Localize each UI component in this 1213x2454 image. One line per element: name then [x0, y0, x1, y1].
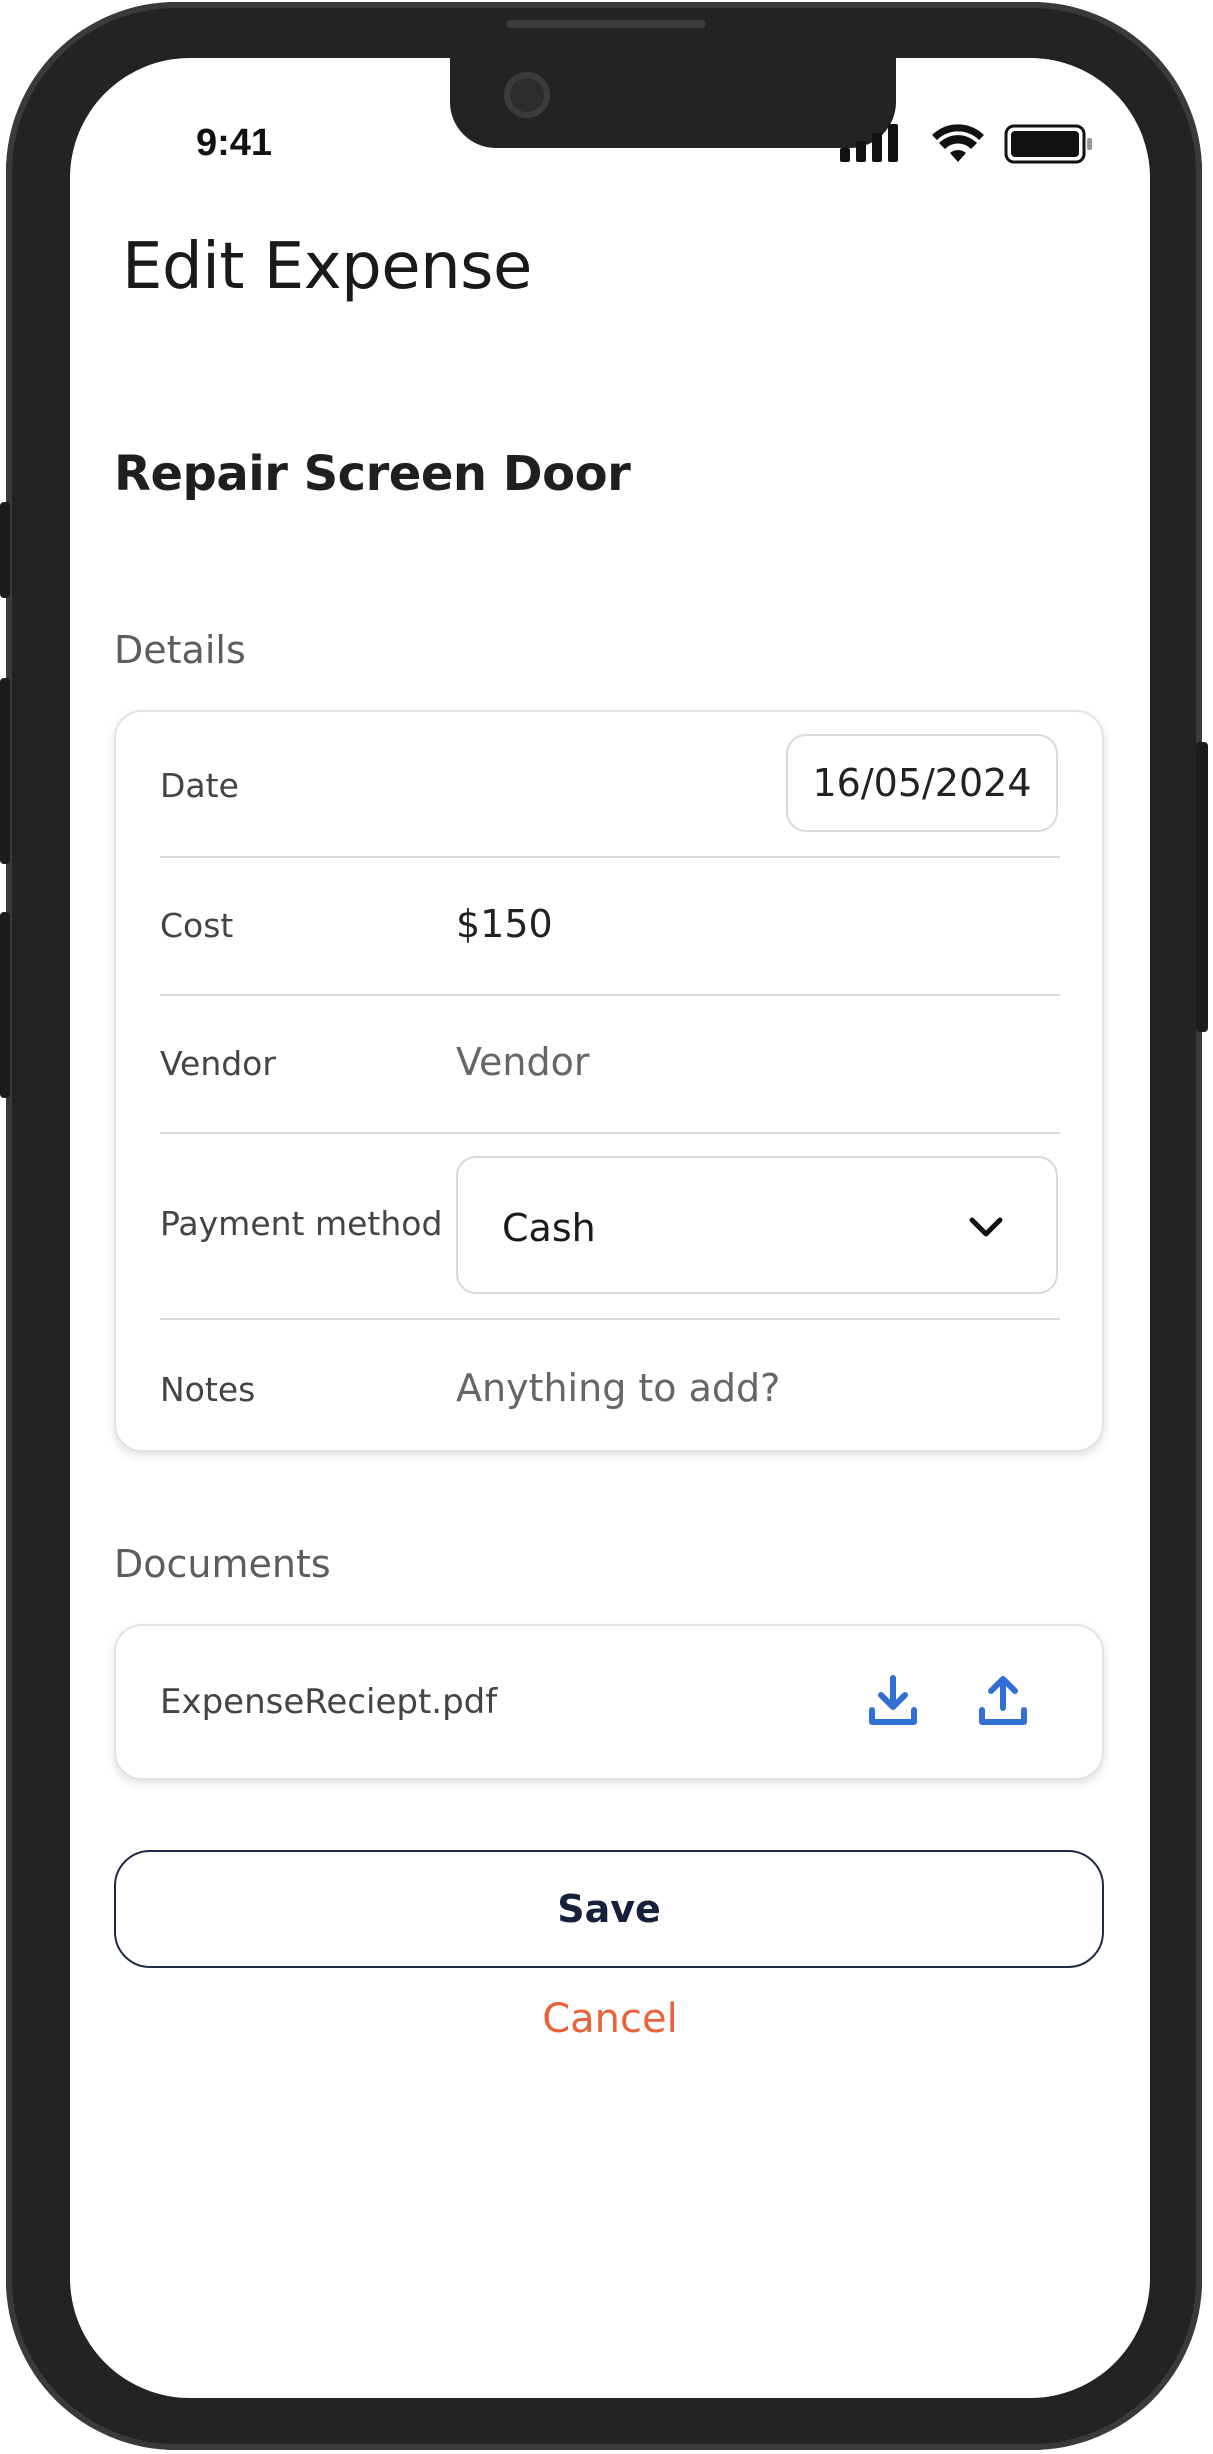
- battery-icon: [1004, 124, 1092, 164]
- earpiece-speaker: [506, 20, 706, 28]
- screen: 9:41 Edit Expense Repair Screen Door Det…: [70, 58, 1150, 2398]
- upload-icon[interactable]: [978, 1674, 1028, 1728]
- notch: [450, 58, 896, 148]
- vendor-row: Vendor Vendor: [160, 996, 1060, 1132]
- details-section-label: Details: [114, 628, 246, 672]
- payment-method-label: Payment method: [160, 1204, 443, 1243]
- cost-input[interactable]: $150: [456, 902, 553, 946]
- payment-method-select[interactable]: Cash: [456, 1156, 1058, 1294]
- cost-label: Cost: [160, 906, 234, 945]
- signal-icon: [840, 124, 898, 162]
- save-button[interactable]: Save: [114, 1850, 1104, 1968]
- date-label: Date: [160, 766, 239, 805]
- vendor-input[interactable]: Vendor: [456, 1040, 590, 1084]
- notes-row: Notes Anything to add?: [160, 1320, 1060, 1454]
- mute-switch: [0, 502, 10, 598]
- notes-input[interactable]: Anything to add?: [456, 1366, 780, 1410]
- expense-name: Repair Screen Door: [114, 446, 631, 502]
- details-card: Date 16/05/2024 Cost $150 Vendor Vendor …: [114, 710, 1104, 1452]
- date-input[interactable]: 16/05/2024: [786, 734, 1058, 832]
- cost-row: Cost $150: [160, 858, 1060, 994]
- volume-up-button: [0, 678, 10, 864]
- signal-wifi-battery-icons: [840, 124, 1092, 164]
- notes-label: Notes: [160, 1370, 256, 1409]
- status-time: 9:41: [196, 122, 273, 164]
- download-icon[interactable]: [868, 1674, 918, 1728]
- document-file-name: ExpenseReciept.pdf: [160, 1682, 498, 1722]
- phone-frame: 9:41 Edit Expense Repair Screen Door Det…: [0, 2, 1208, 2450]
- cancel-button[interactable]: Cancel: [70, 1996, 1150, 2042]
- volume-down-button: [0, 912, 10, 1098]
- page-title: Edit Expense: [122, 230, 532, 304]
- documents-card: ExpenseReciept.pdf: [114, 1624, 1104, 1780]
- chevron-down-icon: [969, 1217, 1003, 1237]
- status-icons: [840, 124, 1110, 164]
- payment-method-value: Cash: [502, 1206, 596, 1250]
- documents-section-label: Documents: [114, 1542, 331, 1586]
- power-button: [1196, 742, 1208, 1032]
- wifi-icon: [932, 124, 984, 162]
- vendor-label: Vendor: [160, 1044, 276, 1083]
- front-camera-icon: [504, 72, 550, 118]
